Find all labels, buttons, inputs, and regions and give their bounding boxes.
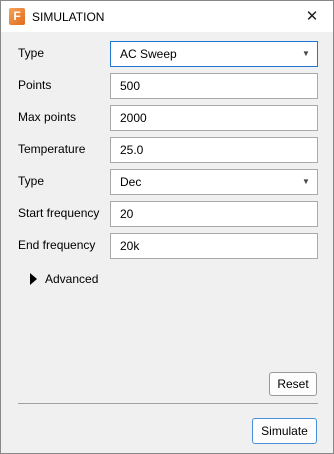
- type-label: Type: [18, 46, 45, 60]
- temperature-label: Temperature: [18, 142, 86, 156]
- end-frequency-input[interactable]: 20k: [110, 233, 318, 259]
- reset-button[interactable]: Reset: [269, 372, 317, 396]
- max-points-input[interactable]: 2000: [110, 105, 318, 131]
- advanced-label: Advanced: [45, 272, 99, 286]
- sweep-type-select[interactable]: Dec ▼: [110, 169, 318, 195]
- max-points-label: Max points: [18, 110, 77, 124]
- chevron-down-icon: ▼: [302, 177, 310, 186]
- end-frequency-label: End frequency: [18, 238, 96, 252]
- title-bar: F SIMULATION ✕: [1, 1, 333, 32]
- chevron-down-icon: ▼: [302, 49, 310, 58]
- type-select-value: AC Sweep: [120, 47, 177, 61]
- end-frequency-row: End frequency 20k: [18, 233, 318, 259]
- divider: [18, 403, 318, 404]
- temperature-row: Temperature 25.0: [18, 137, 318, 163]
- temperature-input[interactable]: 25.0: [110, 137, 318, 163]
- start-frequency-row: Start frequency 20: [18, 201, 318, 227]
- simulation-dialog: F SIMULATION ✕ Type AC Sweep ▼ Points 50…: [0, 0, 334, 454]
- type-row: Type AC Sweep ▼: [18, 41, 318, 67]
- sweep-type-label: Type: [18, 174, 45, 188]
- max-points-row: Max points 2000: [18, 105, 318, 131]
- sweep-type-row: Type Dec ▼: [18, 169, 318, 195]
- start-frequency-input[interactable]: 20: [110, 201, 318, 227]
- app-logo-icon: F: [9, 8, 25, 25]
- sweep-type-select-value: Dec: [120, 175, 142, 189]
- simulate-button[interactable]: Simulate: [252, 418, 317, 444]
- points-row: Points 500: [18, 73, 318, 99]
- points-label: Points: [18, 78, 52, 92]
- triangle-right-icon: [30, 273, 37, 285]
- points-input[interactable]: 500: [110, 73, 318, 99]
- type-select[interactable]: AC Sweep ▼: [110, 41, 318, 67]
- window-title: SIMULATION: [32, 10, 105, 24]
- close-icon[interactable]: ✕: [291, 1, 333, 32]
- start-frequency-label: Start frequency: [18, 206, 100, 220]
